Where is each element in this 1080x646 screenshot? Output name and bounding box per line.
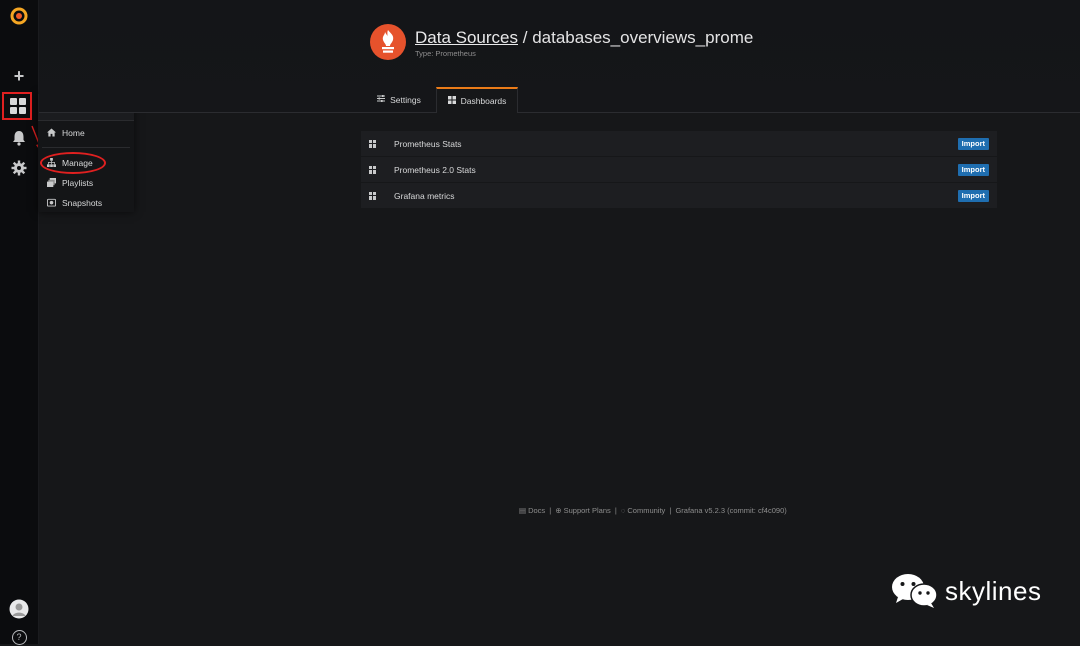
dashboard-name[interactable]: Prometheus 2.0 Stats xyxy=(394,165,476,175)
footer-version: Grafana v5.2.3 (commit: cf4c090) xyxy=(675,506,787,515)
prometheus-logo-icon xyxy=(370,24,406,60)
dashboards-icon[interactable] xyxy=(0,92,38,122)
page-subtitle: Type: Prometheus xyxy=(415,49,476,58)
help-icon[interactable]: ? xyxy=(0,628,38,646)
breadcrumb-data-sources-link[interactable]: Data Sources xyxy=(415,28,518,47)
dashboard-list: Prometheus Stats Import Prometheus 2.0 S… xyxy=(361,131,997,209)
list-item[interactable]: Prometheus Stats Import xyxy=(361,131,997,156)
import-button[interactable]: Import xyxy=(957,138,989,150)
dashboard-name[interactable]: Prometheus Stats xyxy=(394,139,462,149)
support-icon: ⊕ xyxy=(555,506,562,515)
list-item[interactable]: Grafana metrics Import xyxy=(361,183,997,208)
flyout-item-label: Playlists xyxy=(62,178,94,188)
flyout-item-label: Home xyxy=(62,128,85,138)
dashboard-grid-icon xyxy=(369,139,377,148)
footer-community-link[interactable]: Community xyxy=(627,506,665,515)
datasource-name: databases_overviews_prome xyxy=(532,28,754,47)
grafana-logo-icon[interactable] xyxy=(0,4,38,28)
tab-settings[interactable]: Settings xyxy=(366,87,432,112)
breadcrumb-separator: / xyxy=(522,28,528,47)
dashboard-grid-icon xyxy=(369,191,377,200)
playlist-icon xyxy=(46,177,56,189)
flyout-divider xyxy=(42,147,130,148)
footer-divider: | xyxy=(614,506,617,515)
footer-divider: | xyxy=(549,506,552,515)
avatar[interactable] xyxy=(0,598,38,620)
list-item[interactable]: Prometheus 2.0 Stats Import xyxy=(361,157,997,182)
community-icon: ◌ xyxy=(620,506,626,515)
footer-divider: | xyxy=(669,506,672,515)
dashboard-grid-icon xyxy=(369,165,377,174)
snapshot-icon xyxy=(46,198,56,209)
flyout-item-home[interactable]: Home xyxy=(46,125,85,141)
page-header xyxy=(39,0,1080,113)
import-button[interactable]: Import xyxy=(957,164,989,176)
flyout-item-snapshots[interactable]: Snapshots xyxy=(46,195,102,211)
grid-icon xyxy=(447,96,456,106)
tab-label: Dashboards xyxy=(460,96,507,106)
sliders-icon xyxy=(377,95,386,104)
footer-support-link[interactable]: Support Plans xyxy=(564,506,611,515)
docs-icon: ▤ xyxy=(519,506,527,515)
manage-annotation-ring xyxy=(40,152,106,174)
plus-icon[interactable]: + xyxy=(0,66,38,86)
watermark: skylines xyxy=(891,572,1041,610)
wechat-icon xyxy=(892,574,938,608)
side-menu: + ? xyxy=(0,0,39,646)
tab-dashboards[interactable]: Dashboards xyxy=(436,87,518,113)
footer: ▤ Docs | ⊕ Support Plans | ◌ Community | Gr… xyxy=(518,506,788,515)
import-button[interactable]: Import xyxy=(957,190,989,202)
gear-icon[interactable] xyxy=(0,158,38,178)
footer-docs-link[interactable]: Docs xyxy=(528,506,545,515)
flyout-item-label: Snapshots xyxy=(62,198,103,208)
dashboard-name[interactable]: Grafana metrics xyxy=(394,191,454,201)
flyout-item-playlists[interactable]: Playlists xyxy=(46,175,93,191)
help-icon-glyph: ? xyxy=(11,629,27,645)
tab-label: Settings xyxy=(390,94,421,105)
page-title: Data Sources / databases_overviews_prome xyxy=(415,28,753,48)
watermark-text: skylines xyxy=(945,575,1042,606)
home-icon xyxy=(46,127,56,139)
